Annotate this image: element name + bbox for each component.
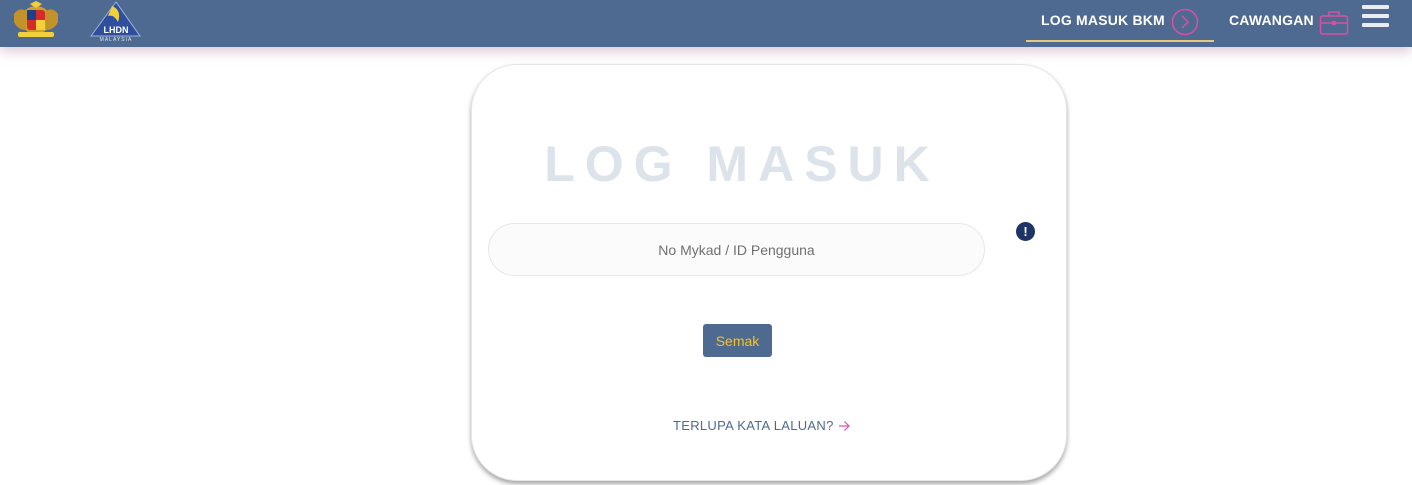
chevron-right-circle-icon [1171, 8, 1199, 36]
hamburger-line [1362, 14, 1389, 18]
malaysia-crest-logo[interactable] [10, 0, 62, 40]
briefcase-icon [1319, 11, 1349, 35]
top-navigation-bar: LHDN MALAYSIA LOG MASUK BKM CAWANGAN [0, 0, 1412, 47]
hamburger-line [1362, 5, 1389, 9]
login-card: LOG MASUK ! Semak TERLUPA KATA LALUAN? [471, 64, 1067, 481]
forgot-password-label: TERLUPA KATA LALUAN? [673, 418, 834, 433]
hamburger-line [1362, 23, 1389, 27]
lhdn-logo[interactable]: LHDN MALAYSIA [88, 0, 144, 42]
nav-cawangan-label: CAWANGAN [1229, 12, 1314, 28]
arrow-right-icon [838, 420, 850, 431]
svg-text:LHDN: LHDN [104, 25, 129, 35]
svg-text:MALAYSIA: MALAYSIA [100, 37, 133, 42]
forgot-password-link[interactable]: TERLUPA KATA LALUAN? [673, 418, 850, 433]
hamburger-menu-icon[interactable] [1362, 5, 1390, 29]
info-icon[interactable]: ! [1016, 222, 1035, 241]
nav-log-masuk-bkm[interactable]: LOG MASUK BKM [1026, 0, 1214, 42]
nav-log-masuk-bkm-label: LOG MASUK BKM [1041, 12, 1165, 28]
mykad-id-input[interactable] [488, 223, 985, 276]
semak-button[interactable]: Semak [703, 324, 772, 357]
login-title: LOG MASUK [544, 136, 940, 192]
nav-cawangan[interactable]: CAWANGAN [1229, 0, 1351, 40]
